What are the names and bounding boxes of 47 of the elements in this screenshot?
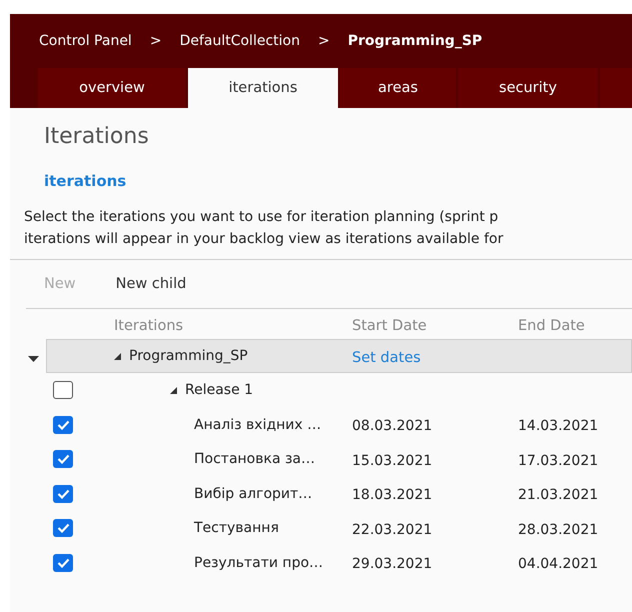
end-date: 14.03.2021 [518, 418, 598, 434]
section-title: iterations [43, 171, 128, 192]
start-date: 29.03.2021 [352, 556, 432, 572]
iteration-name[interactable]: Постановка за… [194, 451, 316, 468]
check-icon [56, 558, 70, 568]
start-date: 08.03.2021 [352, 418, 432, 434]
check-icon [56, 523, 70, 534]
expand-icon[interactable] [170, 386, 177, 394]
checkbox[interactable] [53, 381, 73, 400]
expand-icon[interactable] [114, 352, 121, 360]
page-title: Iterations [43, 123, 150, 151]
column-header: End Date [518, 318, 585, 334]
start-date: 22.03.2021 [352, 522, 432, 538]
description: Select the iterations you want to use for iteration planning (sprint p iterations will appear in your backlog view as iterations available for [10, 206, 632, 260]
end-date: 28.03.2021 [518, 522, 598, 538]
iteration-name[interactable]: Programming_SP [129, 348, 248, 364]
iteration-name[interactable]: Результати про… [194, 554, 324, 571]
tab[interactable]: security [458, 68, 598, 108]
checkbox[interactable] [53, 554, 73, 572]
iteration-name[interactable]: Тестування [194, 520, 279, 536]
end-date: 21.03.2021 [518, 487, 598, 504]
checkbox[interactable] [53, 484, 73, 503]
start-date: 18.03.2021 [352, 487, 432, 504]
tab[interactable]: iterations [188, 68, 338, 108]
tab[interactable]: areas [340, 68, 456, 108]
iteration-name[interactable]: Вибір алгорит… [194, 486, 312, 502]
column-header: Start Date [352, 318, 427, 334]
iteration-name[interactable]: Аналіз вхідних … [194, 416, 322, 433]
checkbox[interactable] [53, 519, 73, 538]
end-date: 04.04.2021 [518, 556, 598, 572]
tab[interactable]: overview [38, 68, 186, 108]
check-icon [56, 488, 70, 499]
breadcrumb-separator: > [318, 33, 330, 49]
toolbar-button[interactable]: New child [116, 276, 186, 292]
breadcrumb-link[interactable]: Control Panel [39, 33, 132, 49]
breadcrumb-separator: > [150, 33, 162, 49]
breadcrumb-link[interactable]: DefaultCollection [180, 33, 300, 49]
check-icon [56, 420, 70, 430]
breadcrumb-link[interactable]: Programming_SP [348, 33, 482, 49]
check-icon [56, 454, 70, 464]
collapse-icon[interactable] [28, 356, 39, 362]
column-header: Iterations [114, 318, 184, 334]
iteration-name[interactable]: Release 1 [185, 382, 254, 398]
checkbox[interactable] [53, 416, 73, 434]
end-date: 17.03.2021 [518, 452, 598, 469]
start-date: 15.03.2021 [352, 452, 432, 469]
checkbox[interactable] [53, 450, 73, 468]
